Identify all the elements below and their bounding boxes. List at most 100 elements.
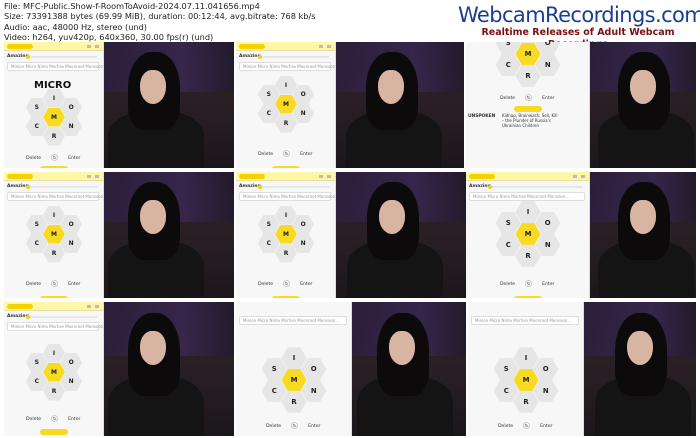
letter-button[interactable]: O [301,358,327,380]
letter-button[interactable]: R [43,243,65,263]
letter-button[interactable]: I [515,201,541,224]
letter-button[interactable]: N [292,104,315,123]
letter-button[interactable]: C [493,380,519,402]
ad-banner[interactable]: UNSPOKEN Kidnap, Brainwash, Sell, Kill – … [468,113,558,128]
letter-button[interactable]: C [25,234,48,253]
center-letter-button[interactable]: M [43,224,65,244]
yellow-action-button[interactable] [40,296,68,298]
yellow-action-button[interactable] [514,296,542,298]
enter-button[interactable]: Enter [542,96,554,101]
letter-button[interactable]: R [43,381,65,401]
enter-button[interactable]: Enter [542,282,554,287]
enter-button[interactable]: Enter [308,424,320,429]
enter-button[interactable]: Enter [540,424,552,429]
yellow-action-button[interactable] [514,106,542,112]
center-letter-button[interactable]: M [513,369,539,391]
center-letter-button[interactable]: M [515,223,541,245]
shuffle-icon[interactable]: ↻ [283,280,291,287]
letter-button[interactable]: I [43,88,65,108]
letter-button[interactable]: S [25,215,48,234]
center-letter-button[interactable]: M [275,224,297,244]
yellow-action-button[interactable] [40,166,68,168]
letter-button[interactable]: O [60,215,83,234]
delete-button[interactable]: Delete [26,417,41,422]
letter-button[interactable]: I [275,205,297,225]
menu-icon[interactable] [87,175,99,178]
letter-button[interactable]: N [535,54,561,76]
shuffle-icon[interactable]: ↻ [291,422,299,429]
enter-button[interactable]: Enter [68,156,80,161]
center-letter-button[interactable]: M [275,94,297,114]
letter-button[interactable]: O [533,358,559,380]
menu-icon[interactable] [573,175,585,178]
letter-button[interactable]: R [515,244,541,267]
letter-button[interactable]: O [60,98,83,117]
delete-button[interactable]: Delete [500,96,515,101]
letter-button[interactable]: R [513,390,539,413]
letter-button[interactable]: N [533,380,559,402]
letter-button[interactable]: S [25,98,48,117]
delete-button[interactable]: Delete [498,424,513,429]
letter-button[interactable]: O [292,85,315,104]
shuffle-icon[interactable]: ↻ [525,280,533,287]
delete-button[interactable]: Delete [258,152,273,157]
letter-button[interactable]: R [43,126,65,146]
letter-button[interactable]: I [43,343,65,363]
letter-button[interactable]: N [60,234,83,253]
found-words-box[interactable]: Minion Micro Nimo Mortise Moonroot Monso… [471,316,579,325]
letter-button[interactable]: O [292,215,315,234]
menu-icon[interactable] [319,45,331,48]
letter-button[interactable]: S [493,358,519,380]
letter-button[interactable]: C [257,104,280,123]
letter-button[interactable]: N [60,372,83,391]
menu-icon[interactable] [87,305,99,308]
delete-button[interactable]: Delete [26,156,41,161]
letter-button[interactable]: C [25,372,48,391]
yellow-action-button[interactable] [40,429,68,435]
letter-button[interactable]: R [281,390,307,413]
letter-button[interactable]: C [495,54,521,76]
center-letter-button[interactable]: M [43,107,65,127]
letter-button[interactable]: R [275,243,297,263]
letter-button[interactable]: S [261,358,287,380]
found-words-box[interactable]: Minion Micro Nimo Mortise Moonroot Monso… [469,192,585,201]
delete-button[interactable]: Delete [266,424,281,429]
center-letter-button[interactable]: M [515,43,541,65]
found-words-box[interactable]: Minion Micro Nimo Mortise Moonroot Monso… [7,322,103,331]
letter-button[interactable]: C [25,117,48,136]
enter-button[interactable]: Enter [68,417,80,422]
found-words-box[interactable]: Minion Micro Nimo Mortise Moonroot Monso… [239,192,335,201]
letter-button[interactable]: S [495,212,521,234]
letter-button[interactable]: R [515,64,541,87]
shuffle-icon[interactable]: ↻ [525,94,533,101]
letter-button[interactable]: R [275,113,297,133]
yellow-action-button[interactable] [272,166,300,168]
letter-button[interactable]: I [275,75,297,95]
letter-button[interactable]: S [257,85,280,104]
shuffle-icon[interactable]: ↻ [51,280,59,287]
shuffle-icon[interactable]: ↻ [283,150,291,157]
menu-icon[interactable] [87,45,99,48]
letter-button[interactable]: N [535,234,561,256]
letter-button[interactable]: C [261,380,287,402]
letter-button[interactable]: C [257,234,280,253]
delete-button[interactable]: Delete [258,282,273,287]
found-words-box[interactable]: Minion Micro Nimo Mortise Moonroot Monso… [239,316,347,325]
shuffle-icon[interactable]: ↻ [523,422,531,429]
letter-button[interactable]: C [495,234,521,256]
letter-button[interactable]: I [43,205,65,225]
found-words-box[interactable]: Minion Micro Nimo Mortise Moonroot Monso… [239,62,335,71]
letter-button[interactable]: O [535,212,561,234]
letter-button[interactable]: S [257,215,280,234]
shuffle-icon[interactable]: ↻ [51,154,59,161]
center-letter-button[interactable]: M [281,369,307,391]
menu-icon[interactable] [319,175,331,178]
found-words-box[interactable]: Minion Micro Nimo Mortise Moonroot Monso… [7,62,103,71]
delete-button[interactable]: Delete [26,282,41,287]
letter-button[interactable]: I [281,347,307,370]
letter-button[interactable]: N [292,234,315,253]
delete-button[interactable]: Delete [500,282,515,287]
enter-button[interactable]: Enter [68,282,80,287]
letter-button[interactable]: N [301,380,327,402]
letter-button[interactable]: O [60,353,83,372]
